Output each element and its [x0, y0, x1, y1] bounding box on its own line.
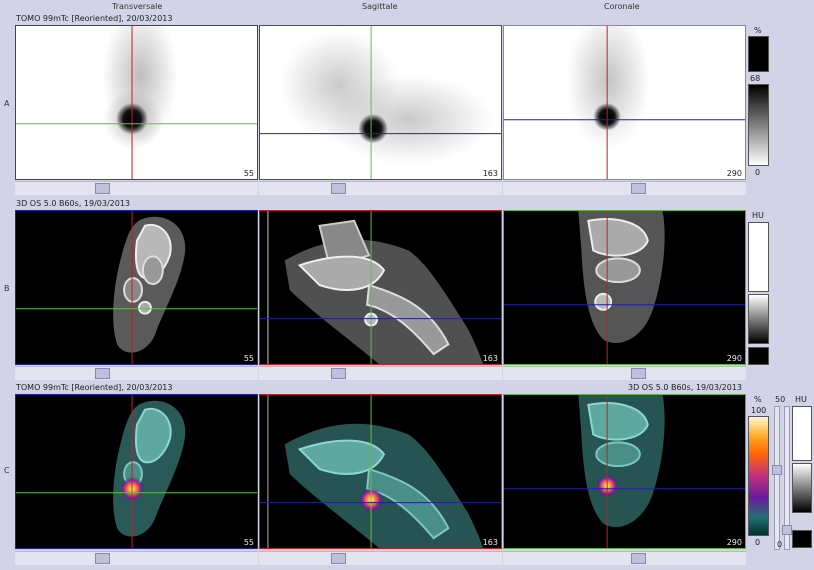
scale-c-color-bar[interactable] — [748, 416, 769, 536]
scale-c-hu-bar[interactable] — [792, 463, 812, 513]
scrollbar-a-sagittal[interactable] — [259, 181, 502, 195]
spect-transversal-image — [16, 26, 257, 179]
row-c-title: TOMO 99mTc [Reoriented], 20/03/2013 — [16, 383, 173, 392]
scale-a-top-block — [748, 36, 769, 72]
scroll-thumb[interactable] — [631, 183, 646, 194]
spect-coronal-viewport[interactable]: 290 — [503, 25, 746, 180]
scale-b-top-block — [748, 222, 769, 292]
slice-number: 290 — [726, 169, 742, 178]
row-a-title: TOMO 99mTc [Reoriented], 20/03/2013 — [16, 14, 173, 23]
scale-b-bottom-block — [748, 347, 769, 365]
column-header-coronal: Coronale — [604, 2, 640, 11]
scrollbar-c-transversal[interactable] — [15, 551, 258, 565]
scroll-thumb[interactable] — [95, 368, 110, 379]
scale-b-unit: HU — [752, 211, 764, 220]
scroll-thumb[interactable] — [331, 553, 346, 564]
scrollbar-a-coronal[interactable] — [503, 181, 746, 195]
row-c-label: C — [4, 466, 10, 475]
scroll-thumb[interactable] — [95, 553, 110, 564]
slice-number: 163 — [482, 354, 498, 363]
fusion-sagittal-image — [260, 395, 501, 548]
slice-number: 55 — [243, 169, 254, 178]
slice-number: 55 — [243, 538, 254, 547]
spect-sagittal-viewport[interactable]: 163 — [259, 25, 502, 180]
slice-number: 163 — [482, 169, 498, 178]
scale-c-hu-bottom-block — [792, 530, 812, 548]
scale-a-grayscale-bar[interactable] — [748, 84, 769, 166]
row-a-label: A — [4, 99, 10, 108]
blend-slider[interactable] — [782, 406, 792, 550]
scroll-thumb[interactable] — [331, 183, 346, 194]
scale-c-max-left: 100 — [751, 406, 767, 415]
scrollbar-b-transversal[interactable] — [15, 366, 258, 380]
scale-c-unit-left: % — [754, 395, 762, 404]
ct-coronal-viewport[interactable]: 290 — [503, 210, 746, 365]
opacity-slider[interactable] — [772, 406, 782, 550]
slice-number: 290 — [726, 538, 742, 547]
ct-coronal-image — [504, 211, 745, 364]
ct-sagittal-viewport[interactable]: 163 — [259, 210, 502, 365]
scale-c-min-right: 0 — [777, 540, 783, 549]
fusion-sagittal-viewport[interactable]: 163 — [259, 394, 502, 549]
spect-transversal-viewport[interactable]: 55 — [15, 25, 258, 180]
row-b-label: B — [4, 284, 10, 293]
scrollbar-a-transversal[interactable] — [15, 181, 258, 195]
row-b-title: 3D OS 5.0 B60s, 19/03/2013 — [16, 199, 131, 208]
scrollbar-b-sagittal[interactable] — [259, 366, 502, 380]
scale-c-min-left: 0 — [755, 538, 761, 547]
scale-a-max: 68 — [750, 74, 761, 83]
scale-c-value-mid: 50 — [775, 395, 786, 404]
scroll-thumb[interactable] — [631, 553, 646, 564]
scrollbar-b-coronal[interactable] — [503, 366, 746, 380]
fusion-transversal-image — [16, 395, 257, 548]
scroll-thumb[interactable] — [95, 183, 110, 194]
scrollbar-c-coronal[interactable] — [503, 551, 746, 565]
slice-number: 163 — [482, 538, 498, 547]
row-c-title-right: 3D OS 5.0 B60s, 19/03/2013 — [628, 383, 743, 392]
slice-number: 290 — [726, 354, 742, 363]
scale-c-hu-top-block — [792, 406, 812, 461]
opacity-slider-thumb[interactable] — [772, 465, 782, 475]
scale-b-grayscale-bar[interactable] — [748, 294, 769, 344]
scale-a-min: 0 — [755, 168, 761, 177]
ct-transversal-image — [16, 211, 257, 364]
spect-sagittal-image — [260, 26, 501, 179]
fusion-transversal-viewport[interactable]: 55 — [15, 394, 258, 549]
blend-slider-thumb[interactable] — [782, 525, 792, 535]
scrollbar-c-sagittal[interactable] — [259, 551, 502, 565]
column-header-sagittal: Sagittale — [362, 2, 398, 11]
ct-sagittal-image — [260, 211, 501, 364]
slice-number: 55 — [243, 354, 254, 363]
spect-coronal-image — [504, 26, 745, 179]
scale-c-unit-right: HU — [795, 395, 807, 404]
ct-transversal-viewport[interactable]: 55 — [15, 210, 258, 365]
scroll-thumb[interactable] — [331, 368, 346, 379]
fusion-coronal-viewport[interactable]: 290 — [503, 394, 746, 549]
scroll-thumb[interactable] — [631, 368, 646, 379]
column-header-transversal: Transversale — [112, 2, 163, 11]
fusion-coronal-image — [504, 395, 745, 548]
scale-a-unit: % — [754, 26, 762, 35]
